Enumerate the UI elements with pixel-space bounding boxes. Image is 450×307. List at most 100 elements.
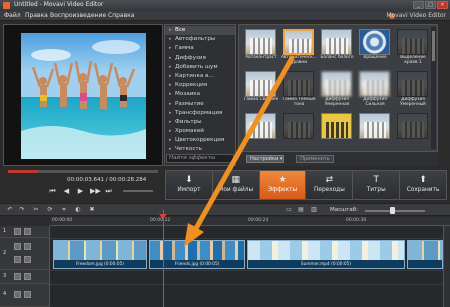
video-preview	[3, 24, 163, 166]
my-files-button[interactable]: ▦ Мои файлы	[213, 171, 260, 199]
playhead[interactable]	[163, 210, 164, 307]
undo-icon[interactable]: ↶	[6, 206, 14, 214]
category-item[interactable]: Гамма	[165, 44, 235, 53]
video-track-icon[interactable]	[14, 243, 21, 250]
window-controls: _ □ ✕	[413, 1, 448, 9]
audio-mute-icon[interactable]	[14, 256, 21, 263]
timeline-clip[interactable]	[407, 240, 443, 269]
maximize-button[interactable]: □	[425, 1, 436, 9]
category-item[interactable]: Автофильтры	[165, 35, 235, 44]
step-forward-button[interactable]: ▶▶	[90, 187, 101, 196]
lock-icon[interactable]	[24, 291, 31, 298]
play-button[interactable]: ▶	[76, 187, 85, 196]
files-icon: ▦	[231, 175, 240, 185]
scale-slider[interactable]	[365, 210, 425, 212]
effect-tile[interactable]: Автоматическ... уровни	[280, 27, 317, 65]
titles-button[interactable]: T Титры	[353, 171, 401, 199]
lock-icon[interactable]	[24, 228, 31, 235]
clip-label: Freedom.jpg (0:00:05)	[76, 262, 124, 267]
minimize-button[interactable]: _	[413, 1, 424, 9]
timeline-clip[interactable]: Freedom.jpg (0:00:05)	[53, 240, 147, 269]
timeline-toolbar: ↶ ↷ ✂ ⟳ ⌗ ◐ ✖ ▭ ▤ ▥ Масштаб:	[0, 203, 450, 216]
effect-tile[interactable]: Автоконтраст	[242, 27, 278, 65]
save-label: Сохранить	[406, 187, 440, 193]
category-item[interactable]: Добавить шум	[165, 63, 235, 72]
effect-search-input[interactable]: Найти эффекты	[166, 154, 234, 163]
audio-track-icon[interactable]	[14, 273, 21, 280]
menu-edit[interactable]: Правка	[25, 12, 48, 19]
save-button[interactable]: ⬆ Сохранить	[400, 171, 446, 199]
effect-tile[interactable]: Вращение	[356, 27, 392, 65]
import-label: Импорт	[177, 187, 201, 193]
fit-view-icon[interactable]: ▭	[285, 206, 293, 214]
main-toolbar: ⬇ Импорт ▦ Мои файлы ★ Эффекты ⇄ Переход…	[165, 170, 447, 200]
step-back-button[interactable]: ◀	[62, 187, 71, 196]
effect-tile[interactable]	[318, 111, 354, 149]
transitions-button[interactable]: ⇄ Переходы	[306, 171, 354, 199]
effect-thumbnail	[397, 29, 428, 55]
category-item[interactable]: Размытие	[165, 100, 235, 109]
effect-label: Выделение краев 1	[400, 55, 426, 65]
titles-label: Титры	[366, 187, 386, 193]
rotate-icon[interactable]: ⟳	[46, 206, 54, 214]
effect-tile[interactable]: Баланс белого	[318, 27, 354, 65]
delete-icon[interactable]: ✖	[88, 206, 96, 214]
effect-tile[interactable]: Диффузия Умеренная	[318, 69, 354, 107]
effect-tile[interactable]: Диффузия Сильная	[356, 69, 392, 107]
effect-tile[interactable]: Диффузия Умеренный	[394, 69, 430, 107]
category-item[interactable]: Трансформация	[165, 109, 235, 118]
effect-tile[interactable]	[280, 111, 316, 149]
effect-tile[interactable]: Выделение краев 1	[394, 27, 430, 65]
import-button[interactable]: ⬇ Импорт	[166, 171, 213, 199]
effect-tile[interactable]: Гамма Светлее	[242, 69, 278, 107]
category-item[interactable]: Все	[165, 26, 235, 36]
text-track-icon[interactable]	[14, 228, 21, 235]
cut-icon[interactable]: ✂	[32, 206, 40, 214]
timeline-clip[interactable]: Summer.mp4 (0:00:05)	[247, 240, 405, 269]
effect-thumbnail	[321, 113, 352, 139]
effect-label	[318, 139, 356, 149]
category-item[interactable]: Мозаика	[165, 90, 235, 99]
effect-tile[interactable]	[394, 111, 430, 149]
timeline-scrollbar[interactable]	[443, 226, 450, 307]
color-icon[interactable]: ◐	[74, 206, 82, 214]
effect-tile[interactable]	[242, 111, 278, 149]
category-item[interactable]: Хромакей	[165, 127, 235, 136]
track-header: 4	[0, 284, 50, 307]
transitions-label: Переходы	[314, 187, 345, 193]
import-icon: ⬇	[185, 175, 193, 185]
transport-buttons: ⏮ ◀ ▶ ▶▶ ⏭	[48, 187, 113, 196]
menu-help[interactable]: Справка	[108, 12, 134, 19]
effects-grid: Автоконтраст Автоматическ... уровни Баланс…	[238, 24, 438, 152]
to-start-button[interactable]: ⏮	[48, 187, 57, 196]
volume-slider[interactable]	[123, 190, 153, 192]
to-end-button[interactable]: ⏭	[104, 187, 113, 196]
music-track-icon[interactable]	[14, 291, 21, 298]
visibility-icon[interactable]	[24, 243, 31, 250]
category-item[interactable]: Диффузия	[165, 54, 235, 63]
timeline-view-icon[interactable]: ▥	[310, 206, 318, 214]
crop-icon[interactable]: ⌗	[60, 206, 68, 214]
effect-tile[interactable]	[356, 111, 392, 149]
lock-icon[interactable]	[24, 256, 31, 263]
menu-playback[interactable]: Воспроизведение	[50, 12, 106, 19]
effect-thumbnail	[359, 29, 390, 55]
effect-tile[interactable]: Гамма Темные тона	[280, 69, 316, 107]
category-item[interactable]: Фильтры	[165, 118, 235, 127]
category-item[interactable]: Картинка в...	[165, 72, 235, 81]
category-item[interactable]: Коррекция	[165, 81, 235, 90]
scale-slider-handle[interactable]	[390, 207, 395, 214]
menu-file[interactable]: Файл	[4, 12, 21, 19]
settings-button[interactable]: Настройки ▾	[246, 155, 284, 163]
playback-progress[interactable]	[8, 170, 158, 173]
timeline-ruler[interactable]: 00:00:00 00:00:12 00:00:24 00:00:36	[50, 217, 450, 226]
redo-icon[interactable]: ↷	[18, 206, 26, 214]
category-item[interactable]: Цветокоррекция	[165, 136, 235, 145]
effects-label: Эффекты	[268, 187, 298, 193]
close-button[interactable]: ✕	[437, 1, 448, 9]
lock-icon[interactable]	[24, 273, 31, 280]
apply-button[interactable]: Применить	[296, 155, 334, 163]
storyboard-icon[interactable]: ▤	[297, 206, 305, 214]
effects-tab-button[interactable]: ★ Эффекты	[259, 171, 307, 199]
effects-scrollbar[interactable]	[431, 27, 436, 149]
